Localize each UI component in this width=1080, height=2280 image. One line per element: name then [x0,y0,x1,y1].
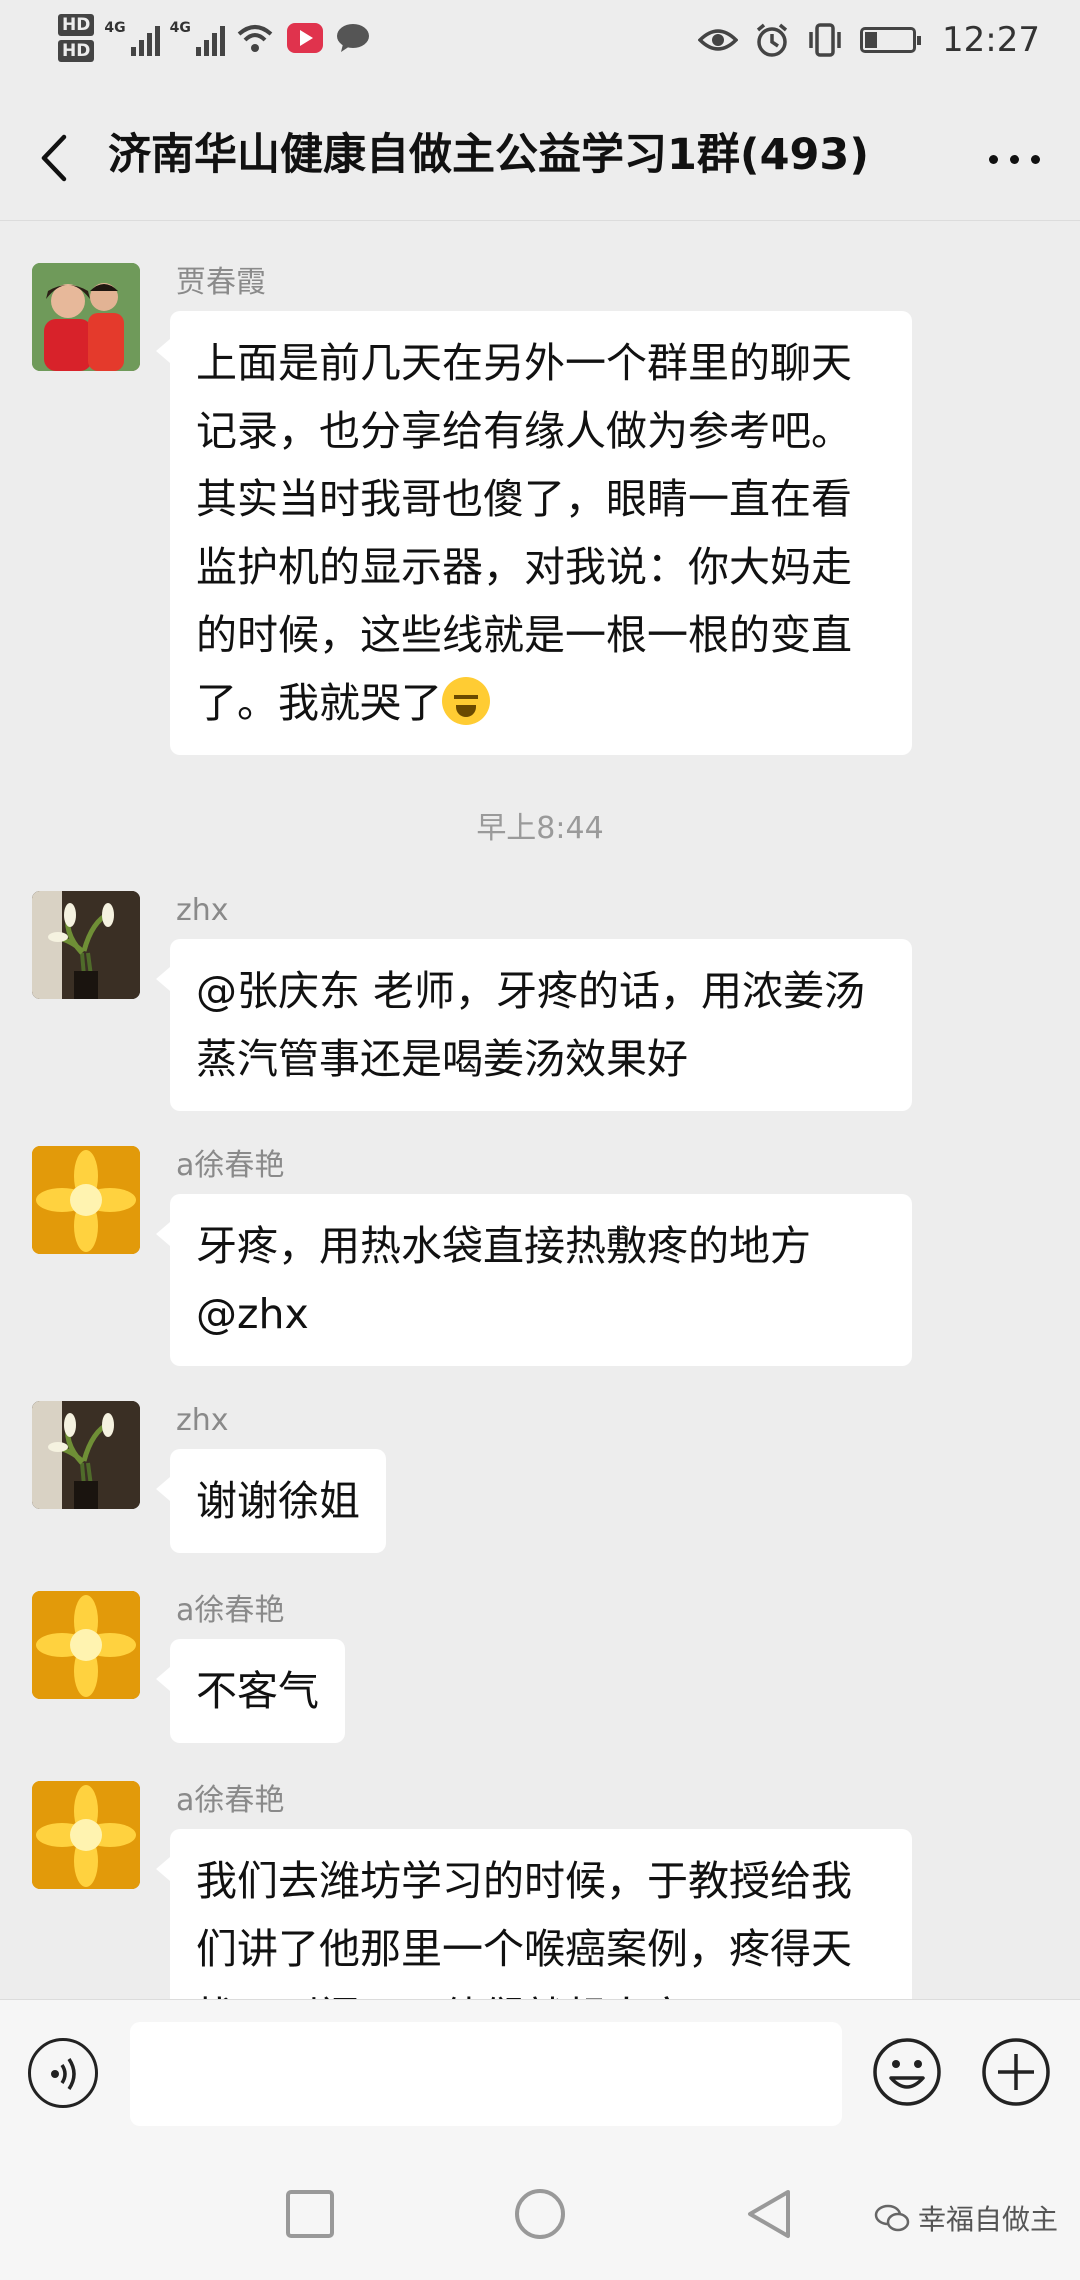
eye-icon [698,29,739,51]
avatar-flower-icon [32,1146,140,1254]
wechat-logo-icon [874,2204,910,2232]
back-triangle-icon[interactable] [742,2186,798,2242]
signal-1-icon: 4G [104,20,160,56]
status-left: HD HD 4G 4G [58,14,371,62]
hd-indicators: HD HD [58,14,95,62]
hd1-badge: HD [58,14,95,36]
avatar[interactable] [32,263,140,371]
message-text: 牙疼，用热水袋直接热敷疼的地方 @zhx [196,1222,811,1338]
net1-label: 4G [104,20,126,36]
avatar-photo-icon [32,263,140,371]
voice-input-button[interactable] [28,2038,98,2108]
message-bubble[interactable]: 不客气 [156,1639,345,1743]
message-text: 我们去潍坊学习的时候，于教授给我们讲了他那里一个喉癌案例，疼得天找不到门了，他们… [196,1857,852,1999]
hd2-badge: HD [58,40,95,62]
avatar[interactable] [32,1781,140,1889]
alarm-icon [756,23,788,57]
back-arrow-icon[interactable] [36,133,72,183]
avatar[interactable] [32,891,140,999]
battery-icon [860,27,922,53]
message-text: @张庆东 老师，牙疼的话，用浓姜汤蒸汽管事还是喝姜汤效果好 [196,967,866,1083]
signal-2-icon: 4G [170,20,225,56]
message-text: 不客气 [196,1667,319,1715]
wifi-icon [237,25,273,52]
sender-name: zhx [176,893,229,928]
chat-header: 济南华山健康自做主公益学习1群(493) [0,95,1080,221]
clock: 12:27 [942,20,1040,60]
input-bar [0,1999,1080,2150]
avatar-flower-icon [32,1781,140,1889]
watermark-text: 幸福自做主 [917,2203,1058,2236]
message-input[interactable] [130,2022,842,2126]
message-bubble[interactable]: @张庆东 老师，牙疼的话，用浓姜汤蒸汽管事还是喝姜汤效果好 [156,939,912,1111]
chat-area[interactable]: 贾春霞 上面是前几天在另外一个群里的聊天记录，也分享给有缘人做为参考吧。其实当时… [0,221,1080,1999]
sender-name: 贾春霞 [176,265,266,300]
watermark: 幸福自做主 [874,2198,1058,2238]
avatar-flower-icon [32,1591,140,1699]
avatar[interactable] [32,1591,140,1699]
message-bubble[interactable]: 上面是前几天在另外一个群里的聊天记录，也分享给有缘人做为参考吧。其实当时我哥也傻… [156,311,912,755]
message-text: 上面是前几天在另外一个群里的聊天记录，也分享给有缘人做为参考吧。其实当时我哥也傻… [196,339,852,727]
chat-bubble-icon [336,24,369,52]
sender-name: zhx [176,1403,229,1438]
avatar[interactable] [32,1146,140,1254]
message-bubble[interactable]: 谢谢徐姐 [156,1449,386,1553]
avatar-lily-icon [32,1401,140,1509]
vibrate-icon [809,23,841,57]
status-bar: HD HD 4G 4G 12:27 [0,0,1080,95]
app-notification-icon [286,23,323,53]
net2-label: 4G [169,20,191,36]
message-bubble[interactable]: 牙疼，用热水袋直接热敷疼的地方 @zhx [156,1194,912,1366]
sender-name: a徐春艳 [176,1593,285,1628]
crying-face-icon [442,677,490,725]
plus-button-icon[interactable] [980,2036,1052,2108]
message-bubble[interactable]: 我们去潍坊学习的时候，于教授给我们讲了他那里一个喉癌案例，疼得天找不到门了，他们… [156,1829,912,1999]
emoji-button-icon[interactable] [871,2036,943,2108]
more-options-icon[interactable] [989,155,1040,164]
message-text: 谢谢徐姐 [196,1477,360,1525]
voice-icon [51,2058,76,2090]
avatar[interactable] [32,1401,140,1509]
timestamp: 早上8:44 [476,811,604,846]
home-circle-icon[interactable] [512,2186,568,2242]
recents-square-icon[interactable] [282,2186,338,2242]
system-nav-bar: 幸福自做主 [0,2150,1080,2280]
status-right: 12:27 [698,20,1040,60]
group-title: 济南华山健康自做主公益学习1群(493) [108,130,869,180]
sender-name: a徐春艳 [176,1148,285,1183]
sender-name: a徐春艳 [176,1783,285,1818]
avatar-lily-icon [32,891,140,999]
